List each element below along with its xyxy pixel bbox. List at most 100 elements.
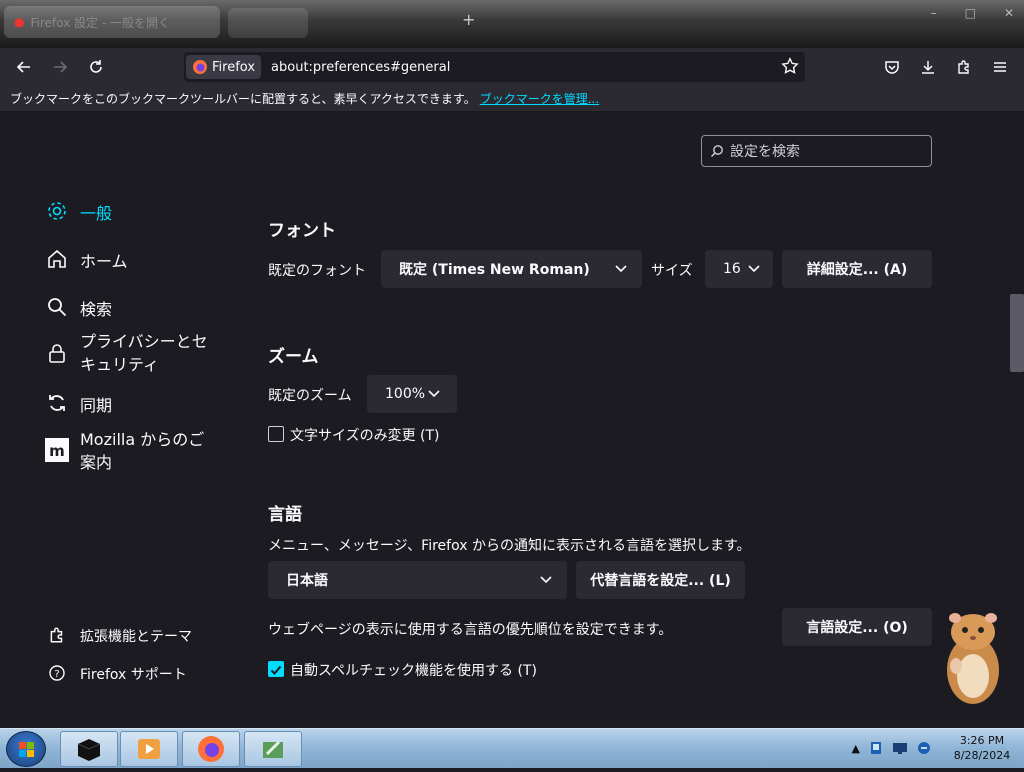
windows-taskbar: ▲ 3:26 PM 8/28/2024 <box>0 728 1024 768</box>
clock-time: 3:26 PM <box>959 734 1005 747</box>
clock[interactable]: 3:26 PM 8/28/2024 <box>950 733 1014 763</box>
sidebar-item-mozilla[interactable]: m Mozilla からのご案内 <box>44 428 220 474</box>
spellcheck-label: 自動スペルチェック機能を使用する (T) <box>290 663 537 679</box>
text-only-zoom-checkbox[interactable] <box>268 426 284 442</box>
scrollbar-thumb[interactable] <box>1010 294 1024 372</box>
default-font-select[interactable]: 既定 (Times New Roman) <box>381 250 642 288</box>
sidebar-item-label: Mozilla からのご案内 <box>80 430 205 472</box>
back-button[interactable] <box>10 53 38 81</box>
new-tab-icon[interactable]: + <box>462 10 475 29</box>
font-size-select[interactable]: 16 <box>705 250 773 288</box>
downloads-icon[interactable] <box>914 53 942 81</box>
taskbar-app-media[interactable] <box>120 731 178 767</box>
spellcheck-checkbox[interactable] <box>268 661 284 677</box>
chevron-down-icon <box>747 261 761 279</box>
maximize-icon[interactable]: □ <box>965 6 976 20</box>
taskbar-app-cube[interactable] <box>60 731 118 767</box>
gear-icon <box>44 198 70 224</box>
chevron-down-icon <box>614 261 628 279</box>
extensions-icon[interactable] <box>950 53 978 81</box>
start-button[interactable] <box>6 731 46 767</box>
mozilla-icon: m <box>44 437 70 463</box>
home-icon <box>44 246 70 272</box>
chevron-down-icon <box>427 386 441 404</box>
sidebar-item-support[interactable]: ? Firefox サポート <box>44 660 224 686</box>
font-size-value: 16 <box>723 261 741 277</box>
back-arrow-icon <box>16 61 30 73</box>
tab-active[interactable]: ● Firefox 設定 - 一般を開く <box>4 6 220 38</box>
checkmark-icon <box>270 665 282 675</box>
preferences-search-input[interactable]: 設定を検索 <box>701 135 932 167</box>
system-tray: ▲ 3:26 PM 8/28/2024 <box>852 733 1014 763</box>
alternative-languages-button[interactable]: 代替言語を設定... (L) <box>576 561 745 599</box>
font-advanced-button[interactable]: 詳細設定... (A) <box>782 250 932 288</box>
window-controls: – □ ✕ <box>931 6 1014 20</box>
search-placeholder: 設定を検索 <box>730 144 800 160</box>
minimize-icon[interactable]: – <box>931 6 937 20</box>
taskbar-app-editor[interactable] <box>244 731 302 767</box>
search-icon <box>44 294 70 320</box>
default-font-value: 既定 (Times New Roman) <box>399 262 590 278</box>
cube-app-icon <box>77 739 101 761</box>
vertical-scrollbar[interactable] <box>1008 112 1024 728</box>
default-font-label: 既定のフォント <box>268 263 366 279</box>
sidebar-item-label: 検索 <box>80 300 113 319</box>
reload-icon <box>90 60 102 73</box>
url-bar[interactable]: Firefox about:preferences#general <box>184 52 805 82</box>
bookmark-star-icon[interactable] <box>781 57 799 79</box>
firefox-logo-icon <box>193 60 207 74</box>
tab-title: Firefox 設定 - 一般を開く <box>30 15 170 30</box>
sidebar-item-search[interactable]: 検索 <box>44 294 224 320</box>
navigation-toolbar: Firefox about:preferences#general <box>0 48 1024 86</box>
display-icon[interactable] <box>892 740 908 756</box>
tab-strip: ● Firefox 設定 - 一般を開く + – □ ✕ <box>0 0 1024 48</box>
svg-text:m: m <box>49 442 65 460</box>
lock-icon <box>44 340 70 366</box>
media-player-icon <box>138 739 160 759</box>
tab-inactive[interactable] <box>228 8 308 38</box>
svg-text:?: ? <box>54 669 59 680</box>
volume-icon[interactable] <box>916 740 932 756</box>
show-hidden-icons-icon[interactable]: ▲ <box>852 742 860 755</box>
forward-arrow-icon <box>54 61 68 73</box>
close-icon[interactable]: ✕ <box>1004 6 1014 20</box>
taskbar-app-firefox[interactable] <box>182 731 240 767</box>
toolbar-right <box>878 53 1014 81</box>
forward-button[interactable] <box>46 53 74 81</box>
url-text[interactable]: about:preferences#general <box>271 60 450 75</box>
reload-button[interactable] <box>82 53 110 81</box>
pocket-icon[interactable] <box>878 53 906 81</box>
search-icon <box>711 145 723 157</box>
sidebar-item-label: 一般 <box>80 204 113 223</box>
default-zoom-select[interactable]: 100% <box>367 375 457 413</box>
sidebar-item-general[interactable]: 一般 <box>44 198 224 224</box>
tab-favicon-icon: ● <box>14 15 25 29</box>
language-value: 日本語 <box>286 573 328 589</box>
clock-date: 8/28/2024 <box>953 749 1011 762</box>
menu-icon[interactable] <box>986 53 1014 81</box>
sidebar-item-sync[interactable]: 同期 <box>44 390 224 416</box>
language-description: メニュー、メッセージ、Firefox からの通知に表示される言語を選択します。 <box>268 538 751 554</box>
language-settings-button[interactable]: 言語設定... (O) <box>782 608 932 646</box>
bookmarks-toolbar: ブックマークをこのブックマークツールバーに配置すると、素早くアクセスできます。 … <box>0 86 1024 112</box>
sidebar-item-label: 拡張機能とテーマ <box>80 629 192 645</box>
sidebar-item-label: プライバシーとセキュリティ <box>80 332 208 374</box>
sync-icon <box>44 390 70 416</box>
default-zoom-label: 既定のズーム <box>268 388 352 404</box>
language-select[interactable]: 日本語 <box>268 561 567 599</box>
network-icon[interactable] <box>868 740 884 756</box>
puzzle-icon <box>44 622 70 648</box>
editor-app-icon <box>263 740 283 758</box>
firefox-logo-icon <box>198 736 224 762</box>
zoom-heading: ズーム <box>268 347 319 367</box>
sidebar-item-label: Firefox サポート <box>80 667 187 683</box>
help-icon: ? <box>44 660 70 686</box>
hamster-pet-image <box>947 613 999 704</box>
identity-box[interactable]: Firefox <box>186 55 262 79</box>
sidebar-item-home[interactable]: ホーム <box>44 246 224 272</box>
manage-bookmarks-link[interactable]: ブックマークを管理... <box>480 90 599 107</box>
sidebar-item-extensions[interactable]: 拡張機能とテーマ <box>44 622 224 648</box>
sidebar-item-privacy[interactable]: プライバシーとセキュリティ <box>44 330 220 376</box>
windows-logo-icon <box>19 742 34 757</box>
web-language-description: ウェブページの表示に使用する言語の優先順位を設定できます。 <box>268 622 673 638</box>
